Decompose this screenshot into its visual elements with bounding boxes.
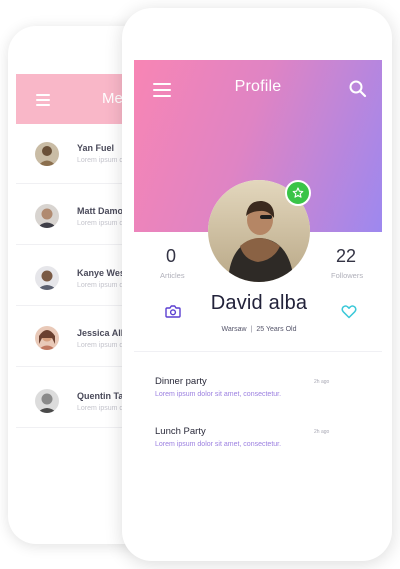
hamburger-menu-icon[interactable] <box>36 94 50 106</box>
messages-title: Me <box>102 90 123 107</box>
feed-item-title: Dinner party <box>155 376 207 387</box>
profile-name: David alba <box>210 292 308 314</box>
profile-age: 25 Years Old <box>256 326 297 333</box>
star-icon[interactable] <box>285 180 311 206</box>
contact-name: Yan Fuel <box>77 143 115 153</box>
contact-name: Matt Damon <box>77 206 129 216</box>
feed-item-body: Lorem ipsum dolor sit amet, consectetur. <box>155 441 282 448</box>
feed-item-title: Lunch Party <box>155 426 206 437</box>
divider <box>134 351 382 352</box>
avatar <box>35 326 59 350</box>
avatar <box>35 389 59 413</box>
followers-count: 22 <box>336 246 357 266</box>
articles-count: 0 <box>166 246 177 266</box>
front-phone-frame: Profile 0 Articles 22 Followers David al… <box>122 8 392 561</box>
feed-item-time: 2h ago <box>314 429 330 435</box>
avatar <box>35 266 59 290</box>
page-title: Profile <box>234 78 282 95</box>
search-icon[interactable] <box>348 79 368 99</box>
feed-item-body: Lorem ipsum dolor sit amet, consectetur. <box>155 391 282 398</box>
profile-location: Warsaw <box>221 326 247 333</box>
meta-separator: | <box>250 326 253 333</box>
articles-label: Articles <box>160 271 185 280</box>
feed-item-time: 2h ago <box>314 379 330 385</box>
profile-screen: Profile 0 Articles 22 Followers David al… <box>134 60 382 515</box>
contact-name: Kanye West <box>77 268 128 278</box>
profile-meta: Warsaw | 25 Years Old <box>134 326 382 333</box>
avatar <box>35 142 59 166</box>
avatar <box>35 204 59 228</box>
followers-label: Followers <box>331 271 364 280</box>
